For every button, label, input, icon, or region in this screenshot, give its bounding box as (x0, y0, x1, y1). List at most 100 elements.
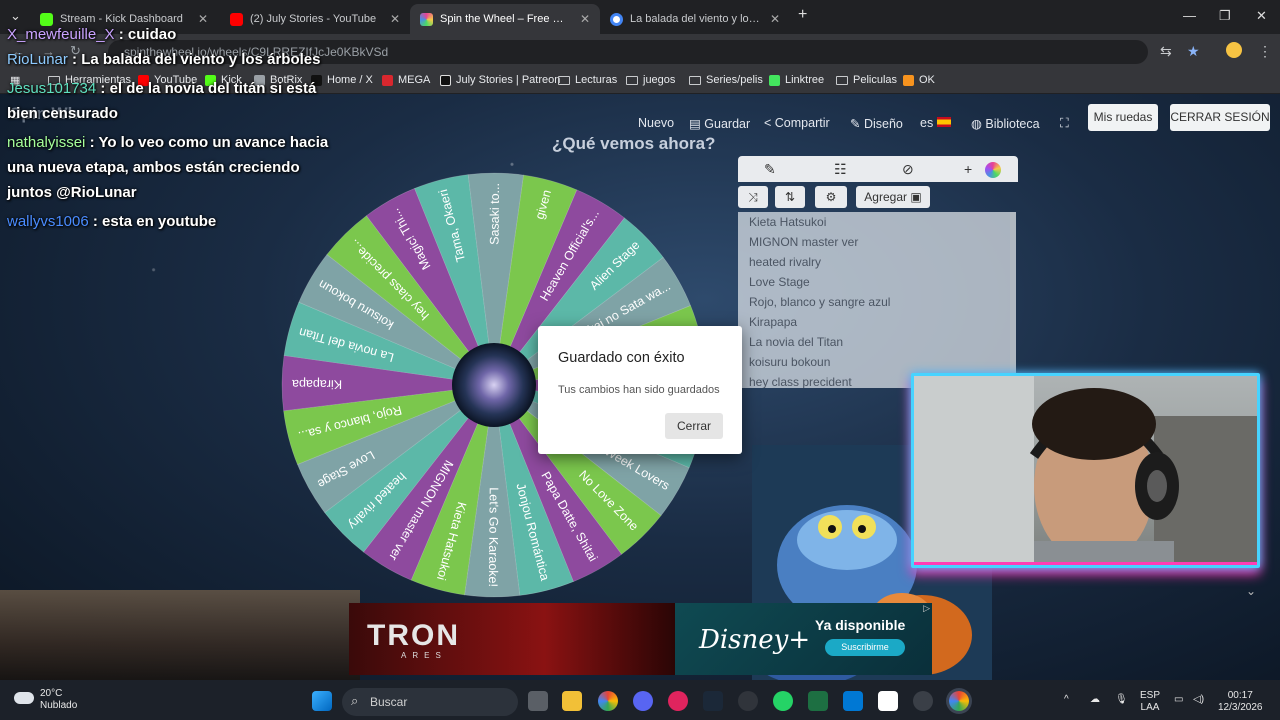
ad-tron-subtitle: ARES (401, 651, 447, 660)
entry-item[interactable]: heated rivalry (749, 252, 1016, 272)
sort-button[interactable]: ⇅ (775, 186, 805, 208)
clock[interactable]: 00:17 12/3/2026 (1218, 690, 1263, 714)
browser-tab-spin-wheel[interactable]: Spin the Wheel – Free Wheel Sp ✕ (410, 4, 600, 34)
entry-item[interactable]: koisuru bokoun (749, 352, 1016, 372)
ad-tron[interactable]: TRON ARES (349, 603, 675, 675)
new-tab-button[interactable]: + (798, 6, 807, 24)
close-icon[interactable]: ✕ (390, 12, 400, 26)
bookmark-lecturas[interactable]: Lecturas (558, 74, 617, 86)
chrome-active-icon[interactable] (949, 691, 969, 711)
volume-icon[interactable]: ◁) (1193, 694, 1204, 706)
webcam-glow (914, 562, 1257, 565)
pencil-icon: ✎ (850, 117, 864, 131)
ad-tron-title: TRON (367, 619, 460, 652)
results-tab[interactable]: ☷ (834, 161, 847, 178)
entry-item[interactable]: La novia del Titan (749, 332, 1016, 352)
minimize-icon[interactable]: — (1183, 8, 1196, 23)
logout-button[interactable]: CERRAR SESIÓN (1170, 104, 1270, 131)
nav-diseno[interactable]: ✎ Diseño (850, 116, 903, 131)
ad-disney[interactable]: Disney+ Ya disponible Suscribirme ▷ (675, 603, 932, 675)
file-explorer-icon[interactable] (562, 691, 582, 711)
task-view-icon[interactable] (528, 691, 548, 711)
chrome-icon[interactable] (598, 691, 618, 711)
bookmark-ok[interactable]: OK (903, 74, 935, 86)
chat-message: wallyvs1006 : esta en youtube (0, 209, 330, 234)
webcam-feed (914, 376, 1257, 565)
app-icon[interactable] (668, 691, 688, 711)
show-hidden-icons[interactable]: ^ (1064, 694, 1069, 706)
chat-message: X_mewfeuille_X : cuidao (0, 22, 330, 47)
microphone-icon[interactable]: 🎙 (1115, 694, 1128, 706)
entries-list[interactable]: Kieta Hatsukoi MIGNON master ver heated … (738, 212, 1016, 388)
chat-message: Jesus101734 : el de la novia del titán s… (0, 76, 330, 126)
edit-entries-tab[interactable]: ✎ (764, 161, 776, 178)
weather-temp: 20°C (40, 688, 63, 699)
add-image-button[interactable]: Agregar ▣ (856, 186, 930, 208)
steam-icon[interactable] (703, 691, 723, 711)
bookmark-series[interactable]: Series/pelis (689, 74, 763, 86)
ad-subscribe-button[interactable]: Suscribirme (825, 639, 905, 656)
app-s-icon[interactable] (913, 691, 933, 711)
windows-start-icon[interactable] (312, 691, 332, 711)
menu-icon[interactable]: ⋮ (1258, 43, 1272, 60)
nav-guardar[interactable]: ▤ Guardar (689, 116, 750, 131)
settings-button[interactable]: ⚙ (815, 186, 847, 208)
webcam-overlay (911, 373, 1260, 568)
entry-item[interactable]: Love Stage (749, 272, 1016, 292)
whatsapp-icon[interactable] (773, 691, 793, 711)
onedrive-icon[interactable]: ☁ (1090, 694, 1100, 706)
nav-label: es (920, 116, 934, 130)
nav-nuevo[interactable]: Nuevo (638, 116, 674, 130)
nav-language[interactable]: es (920, 116, 951, 130)
mis-ruedas-button[interactable]: Mis ruedas (1088, 104, 1158, 131)
folder-icon (626, 75, 638, 85)
bookmark-linktree[interactable]: Linktree (769, 74, 824, 86)
close-window-icon[interactable]: ✕ (1256, 8, 1267, 24)
taskbar-search[interactable]: ⌕ Buscar (342, 688, 518, 716)
obs-icon[interactable] (738, 691, 758, 711)
hidden-entries-tab[interactable]: ⊘ (902, 161, 914, 178)
shuffle-button[interactable]: ⤨ (738, 186, 768, 208)
bookmark-label: Home / X (327, 74, 373, 86)
entries-scrollbar[interactable] (1010, 212, 1016, 388)
weather-widget[interactable]: 20°C Nublado (40, 688, 77, 712)
nav-compartir[interactable]: < Compartir (764, 116, 830, 130)
dialog-message: Tus cambios han sido guardados (558, 384, 720, 396)
entry-item[interactable]: Kieta Hatsukoi (749, 212, 1016, 232)
network-icon[interactable]: ▭ (1174, 694, 1183, 706)
entry-item[interactable]: Rojo, blanco y sangre azul (749, 292, 1016, 312)
bookmark-juegos[interactable]: juegos (626, 74, 675, 86)
maximize-icon[interactable]: ❐ (1219, 8, 1231, 24)
ad-banner[interactable]: TRON ARES Disney+ Ya disponible Suscribi… (349, 603, 932, 675)
wheel-center-hub[interactable] (452, 343, 536, 427)
profile-avatar[interactable] (1226, 42, 1242, 58)
discord-icon[interactable] (633, 691, 653, 711)
ad-info-icon[interactable]: ▷ (923, 603, 930, 614)
notion-icon[interactable] (878, 691, 898, 711)
stream-chat-overlay: X_mewfeuille_X : cuidao RioLunar : La ba… (0, 22, 330, 234)
color-palette-icon[interactable] (985, 162, 1001, 178)
entry-item[interactable]: Kirapapa (749, 312, 1016, 332)
image-icon: ▣ (910, 190, 922, 204)
outlook-icon[interactable] (843, 691, 863, 711)
close-icon[interactable]: ✕ (770, 12, 780, 26)
translate-icon[interactable]: ⇆ (1160, 43, 1172, 60)
excel-icon[interactable] (808, 691, 828, 711)
chevron-down-icon[interactable]: ⌄ (1246, 584, 1256, 598)
bookmark-patreon[interactable]: July Stories | Patreon (440, 74, 560, 86)
close-dialog-button[interactable]: Cerrar (665, 413, 723, 439)
bookmark-mega[interactable]: MEGA (382, 74, 430, 86)
browser-tab-google[interactable]: La balada del viento y los árbol ✕ (600, 4, 790, 34)
bookmark-peliculas[interactable]: Peliculas (836, 74, 897, 86)
bookmark-label: OK (919, 74, 935, 86)
fullscreen-icon[interactable]: ⛶ (1060, 116, 1069, 131)
bookmark-star-icon[interactable]: ★ (1187, 43, 1200, 60)
weather-desc: Nublado (40, 700, 78, 711)
chat-text: : esta en youtube (92, 213, 217, 230)
input-language[interactable]: ESP LAA (1140, 690, 1160, 714)
wheel-segment-label: Sasaki to... (488, 183, 503, 245)
nav-biblioteca[interactable]: ◍ Biblioteca (971, 116, 1040, 131)
close-icon[interactable]: ✕ (580, 12, 590, 26)
add-tab-plus[interactable]: + (964, 161, 972, 177)
entry-item[interactable]: MIGNON master ver (749, 232, 1016, 252)
